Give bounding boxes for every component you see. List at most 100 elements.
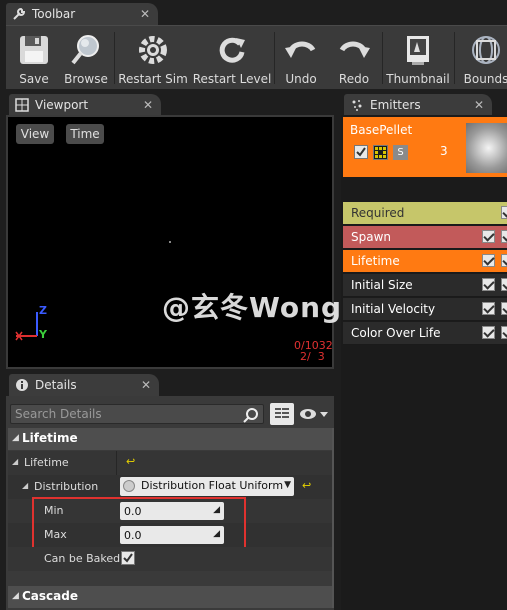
lifetime-section-title: Lifetime [22, 431, 78, 445]
thumbnail-button[interactable]: Thumbnail [386, 26, 450, 90]
browse-button[interactable]: Browse [62, 26, 110, 90]
module-label: Lifetime [351, 254, 400, 268]
toolbar-separator [382, 32, 383, 84]
viewport-tab-close-icon[interactable]: ✕ [143, 98, 153, 112]
emitter-render-mode-icon[interactable] [373, 145, 388, 160]
undo-label: Undo [285, 72, 317, 86]
module-label: Initial Size [351, 278, 413, 292]
module-curve-checkbox[interactable] [501, 278, 507, 291]
redo-button[interactable]: Redo [331, 26, 377, 90]
cascade-section-header[interactable]: ◢ Cascade [8, 586, 332, 608]
lifetime-section-header[interactable]: ◢ Lifetime [8, 428, 332, 450]
distribution-dropdown-value: Distribution Float Uniform [141, 479, 284, 492]
bounds-button[interactable]: Bounds [462, 26, 507, 90]
emitter-module-initial-velocity[interactable]: Initial Velocity [343, 298, 507, 321]
viewport-icon [15, 98, 29, 112]
distribution-dropdown[interactable]: Distribution Float Uniform ▼ [120, 477, 294, 496]
restart-level-icon [219, 37, 245, 63]
expand-arrow-icon[interactable]: ◢ [12, 457, 18, 466]
info-icon [15, 378, 29, 392]
emitter-module-initial-size[interactable]: Initial Size [343, 274, 507, 297]
module-curve-checkbox[interactable] [501, 230, 507, 243]
toolbar-separator [274, 32, 275, 84]
module-enable-checkbox[interactable] [482, 254, 495, 267]
toolbar-tab-close-icon[interactable]: ✕ [140, 7, 150, 21]
lifetime-property-row: ◢ Lifetime ↩ [8, 451, 332, 475]
particle-stats-line2: 2/ 3 [300, 350, 325, 363]
emitter-module-lifetime[interactable]: Lifetime [343, 250, 507, 273]
particle-dot [169, 241, 171, 243]
thumbnail-icon [407, 36, 429, 65]
restart-sim-button[interactable]: Restart Sim [118, 26, 188, 90]
save-label: Save [19, 72, 49, 86]
toolbar-separator [454, 32, 455, 84]
chevron-down-icon: ▼ [284, 480, 291, 490]
viewport-tab-title: Viewport [35, 98, 89, 112]
can-be-baked-row: Can be Baked [8, 547, 332, 571]
viewport-tab[interactable]: Viewport ✕ [9, 94, 161, 116]
view-button[interactable]: View [16, 124, 54, 144]
can-be-baked-label: Can be Baked [44, 552, 121, 565]
restart-sim-label: Restart Sim [118, 72, 188, 86]
details-tab-close-icon[interactable]: ✕ [141, 378, 151, 392]
emitters-icon [350, 98, 364, 112]
module-curve-checkbox[interactable] [501, 326, 507, 339]
checkmark-icon [356, 147, 366, 157]
bounds-icon [472, 36, 500, 64]
collapse-arrow-icon: ◢ [12, 591, 19, 601]
module-enable-checkbox[interactable] [482, 230, 495, 243]
emitter-particle-count: 3 [440, 144, 448, 158]
module-enable-checkbox[interactable] [482, 326, 495, 339]
module-enable-checkbox[interactable] [482, 302, 495, 315]
emitter-module-color-over-life[interactable]: Color Over Life [343, 322, 507, 345]
property-matrix-button[interactable] [270, 403, 294, 425]
browse-icon [71, 35, 99, 65]
emitters-tab-close-icon[interactable]: ✕ [474, 98, 484, 112]
collapse-arrow-icon: ◢ [12, 433, 19, 443]
toolbar: Save Browse Restart Sim Restart Level Un… [6, 25, 507, 89]
emitter-name: BasePellet [350, 123, 413, 137]
emitters-tab-title: Emitters [370, 98, 421, 112]
module-curve-checkbox[interactable] [501, 302, 507, 315]
module-label: Spawn [351, 230, 392, 244]
toolbar-tab[interactable]: Toolbar ✕ [6, 3, 158, 25]
expand-arrow-icon[interactable]: ◢ [22, 481, 28, 490]
axis-z-label: Z [39, 304, 47, 317]
restart-level-button[interactable]: Restart Level [192, 26, 272, 90]
lifetime-property-label: Lifetime [24, 456, 69, 469]
emitter-solo-button[interactable]: S [393, 145, 408, 160]
visibility-options-button[interactable] [298, 405, 330, 423]
details-tab[interactable]: Details ✕ [9, 374, 159, 396]
emitter-enable-checkbox[interactable] [354, 145, 368, 159]
toolbar-tab-title: Toolbar [32, 7, 76, 21]
grid-icon [275, 408, 289, 418]
emitter-module-required[interactable]: Required [343, 202, 507, 225]
module-label: Required [351, 206, 405, 220]
details-tab-title: Details [35, 378, 77, 392]
distribution-reset-icon[interactable]: ↩ [302, 479, 311, 492]
details-scrollbar[interactable] [332, 428, 334, 608]
search-details-placeholder: Search Details [15, 407, 102, 421]
can-be-baked-checkbox[interactable] [121, 551, 135, 565]
axis-y-label: Y [39, 328, 47, 341]
bounds-label: Bounds [463, 72, 507, 86]
distribution-property-label: Distribution [34, 480, 99, 493]
module-enable-checkbox[interactable] [482, 278, 495, 291]
browse-label: Browse [64, 72, 108, 86]
module-curve-checkbox[interactable] [501, 254, 507, 267]
search-details-input[interactable]: Search Details [10, 404, 264, 424]
restart-level-label: Restart Level [192, 72, 272, 86]
save-icon [20, 36, 48, 64]
save-button[interactable]: Save [12, 26, 56, 90]
search-icon [243, 408, 258, 423]
module-curve-checkbox[interactable] [501, 206, 507, 219]
details-spacer [8, 571, 332, 585]
toolbar-separator [114, 32, 115, 84]
emitter-thumbnail[interactable] [466, 123, 507, 173]
emitters-panel [341, 115, 507, 610]
undo-button[interactable]: Undo [278, 26, 324, 90]
emitter-module-spawn[interactable]: Spawn [343, 226, 507, 249]
time-button[interactable]: Time [66, 124, 104, 144]
reset-to-default-icon[interactable]: ↩ [126, 455, 135, 468]
emitters-tab[interactable]: Emitters ✕ [344, 94, 492, 116]
